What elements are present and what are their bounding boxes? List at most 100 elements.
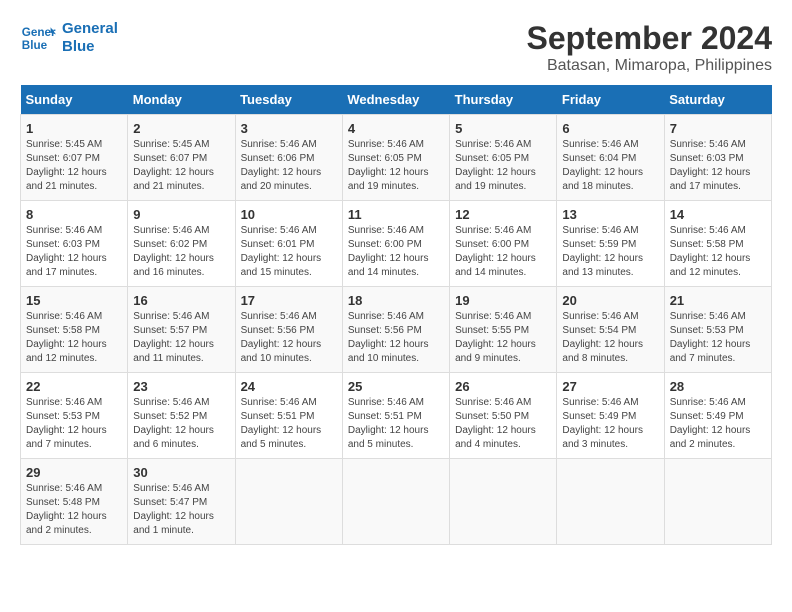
table-row [342,459,449,545]
table-row [664,459,771,545]
logo: General Blue General Blue [20,20,118,56]
day-number: 24 [241,379,337,394]
table-row: 7Sunrise: 5:46 AMSunset: 6:03 PMDaylight… [664,115,771,201]
table-row: 22 Sunrise: 5:46 AMSunset: 5:53 PMDayligh… [21,373,128,459]
day-info: Sunrise: 5:46 AMSunset: 5:52 PMDaylight:… [133,396,229,452]
day-number: 29 [26,465,122,480]
day-info: Sunrise: 5:46 AMSunset: 6:00 PMDaylight:… [455,224,551,280]
day-info: Sunrise: 5:46 AMSunset: 5:53 PMDaylight:… [670,310,766,366]
day-number: 28 [670,379,766,394]
table-row: 13Sunrise: 5:46 AMSunset: 5:59 PMDayligh… [557,201,664,287]
header-row: Sunday Monday Tuesday Wednesday Thursday… [21,85,772,115]
table-row [235,459,342,545]
day-info: Sunrise: 5:46 AMSunset: 5:58 PMDaylight:… [670,224,766,280]
page-header: General Blue General Blue September 2024… [20,20,772,75]
day-info: Sunrise: 5:46 AMSunset: 5:51 PMDaylight:… [241,396,337,452]
day-number: 7 [670,121,766,136]
calendar-header: Sunday Monday Tuesday Wednesday Thursday… [21,85,772,115]
table-row: 26 Sunrise: 5:46 AMSunset: 5:50 PMDayligh… [450,373,557,459]
day-number: 30 [133,465,229,480]
day-number: 21 [670,293,766,308]
day-info: Sunrise: 5:46 AMSunset: 6:05 PMDaylight:… [455,138,551,194]
col-tuesday: Tuesday [235,85,342,115]
col-monday: Monday [128,85,235,115]
day-info: Sunrise: 5:46 AMSunset: 6:01 PMDaylight:… [241,224,337,280]
table-row: 18 Sunrise: 5:46 AMSunset: 5:56 PMDayligh… [342,287,449,373]
table-row: 5 Sunrise: 5:46 AMSunset: 6:05 PMDaylight… [450,115,557,201]
day-info: Sunrise: 5:46 AMSunset: 6:04 PMDaylight:… [562,138,658,194]
calendar-title: September 2024 [527,20,772,57]
table-row: 17 Sunrise: 5:46 AMSunset: 5:56 PMDayligh… [235,287,342,373]
day-info: Sunrise: 5:46 AMSunset: 5:49 PMDaylight:… [562,396,658,452]
calendar-week-row: 22 Sunrise: 5:46 AMSunset: 5:53 PMDayligh… [21,373,772,459]
table-row: 21 Sunrise: 5:46 AMSunset: 5:53 PMDayligh… [664,287,771,373]
calendar-table: Sunday Monday Tuesday Wednesday Thursday… [20,85,772,545]
title-block: September 2024 Batasan, Mimaropa, Philip… [527,20,772,75]
table-row: 24 Sunrise: 5:46 AMSunset: 5:51 PMDayligh… [235,373,342,459]
table-row: 11 Sunrise: 5:46 AMSunset: 6:00 PMDayligh… [342,201,449,287]
table-row: 3Sunrise: 5:46 AMSunset: 6:06 PMDaylight… [235,115,342,201]
day-info: Sunrise: 5:46 AMSunset: 6:05 PMDaylight:… [348,138,444,194]
table-row: 27 Sunrise: 5:46 AMSunset: 5:49 PMDayligh… [557,373,664,459]
table-row: 10Sunrise: 5:46 AMSunset: 6:01 PMDayligh… [235,201,342,287]
logo-line2: Blue [62,38,118,56]
calendar-body: 1 Sunrise: 5:45 AMSunset: 6:07 PMDaylight… [21,115,772,545]
day-info: Sunrise: 5:46 AMSunset: 6:03 PMDaylight:… [26,224,122,280]
day-info: Sunrise: 5:45 AMSunset: 6:07 PMDaylight:… [133,138,229,194]
day-number: 3 [241,121,337,136]
table-row: 29 Sunrise: 5:46 AMSunset: 5:48 PMDayligh… [21,459,128,545]
table-row: 9Sunrise: 5:46 AMSunset: 6:02 PMDaylight… [128,201,235,287]
day-number: 26 [455,379,551,394]
table-row: 12Sunrise: 5:46 AMSunset: 6:00 PMDayligh… [450,201,557,287]
day-number: 5 [455,121,551,136]
day-number: 8 [26,207,122,222]
day-info: Sunrise: 5:46 AMSunset: 5:50 PMDaylight:… [455,396,551,452]
day-number: 22 [26,379,122,394]
day-info: Sunrise: 5:46 AMSunset: 5:51 PMDaylight:… [348,396,444,452]
table-row: 28 Sunrise: 5:46 AMSunset: 5:49 PMDayligh… [664,373,771,459]
table-row: 23 Sunrise: 5:46 AMSunset: 5:52 PMDayligh… [128,373,235,459]
table-row: 2 Sunrise: 5:45 AMSunset: 6:07 PMDaylight… [128,115,235,201]
day-number: 19 [455,293,551,308]
day-number: 18 [348,293,444,308]
day-info: Sunrise: 5:46 AMSunset: 5:56 PMDaylight:… [241,310,337,366]
day-number: 2 [133,121,229,136]
col-wednesday: Wednesday [342,85,449,115]
day-number: 6 [562,121,658,136]
day-info: Sunrise: 5:46 AMSunset: 5:49 PMDaylight:… [670,396,766,452]
day-info: Sunrise: 5:46 AMSunset: 6:00 PMDaylight:… [348,224,444,280]
day-info: Sunrise: 5:46 AMSunset: 5:48 PMDaylight:… [26,482,122,538]
table-row: 1 Sunrise: 5:45 AMSunset: 6:07 PMDaylight… [21,115,128,201]
day-number: 11 [348,207,444,222]
col-friday: Friday [557,85,664,115]
day-info: Sunrise: 5:46 AMSunset: 5:56 PMDaylight:… [348,310,444,366]
day-number: 13 [562,207,658,222]
table-row: 25 Sunrise: 5:46 AMSunset: 5:51 PMDayligh… [342,373,449,459]
day-number: 4 [348,121,444,136]
table-row [557,459,664,545]
calendar-subtitle: Batasan, Mimaropa, Philippines [527,57,772,75]
logo-icon: General Blue [20,20,56,56]
day-info: Sunrise: 5:45 AMSunset: 6:07 PMDaylight:… [26,138,122,194]
day-info: Sunrise: 5:46 AMSunset: 5:53 PMDaylight:… [26,396,122,452]
table-row [450,459,557,545]
day-info: Sunrise: 5:46 AMSunset: 5:54 PMDaylight:… [562,310,658,366]
table-row: 4 Sunrise: 5:46 AMSunset: 6:05 PMDaylight… [342,115,449,201]
calendar-week-row: 15Sunrise: 5:46 AMSunset: 5:58 PMDayligh… [21,287,772,373]
day-number: 23 [133,379,229,394]
table-row: 16Sunrise: 5:46 AMSunset: 5:57 PMDayligh… [128,287,235,373]
calendar-week-row: 29 Sunrise: 5:46 AMSunset: 5:48 PMDayligh… [21,459,772,545]
day-number: 25 [348,379,444,394]
svg-text:Blue: Blue [22,39,48,52]
table-row: 6 Sunrise: 5:46 AMSunset: 6:04 PMDaylight… [557,115,664,201]
col-thursday: Thursday [450,85,557,115]
table-row: 15Sunrise: 5:46 AMSunset: 5:58 PMDayligh… [21,287,128,373]
calendar-week-row: 8 Sunrise: 5:46 AMSunset: 6:03 PMDaylight… [21,201,772,287]
day-number: 27 [562,379,658,394]
day-number: 9 [133,207,229,222]
table-row: 14Sunrise: 5:46 AMSunset: 5:58 PMDayligh… [664,201,771,287]
day-number: 1 [26,121,122,136]
day-number: 17 [241,293,337,308]
day-number: 20 [562,293,658,308]
day-number: 16 [133,293,229,308]
